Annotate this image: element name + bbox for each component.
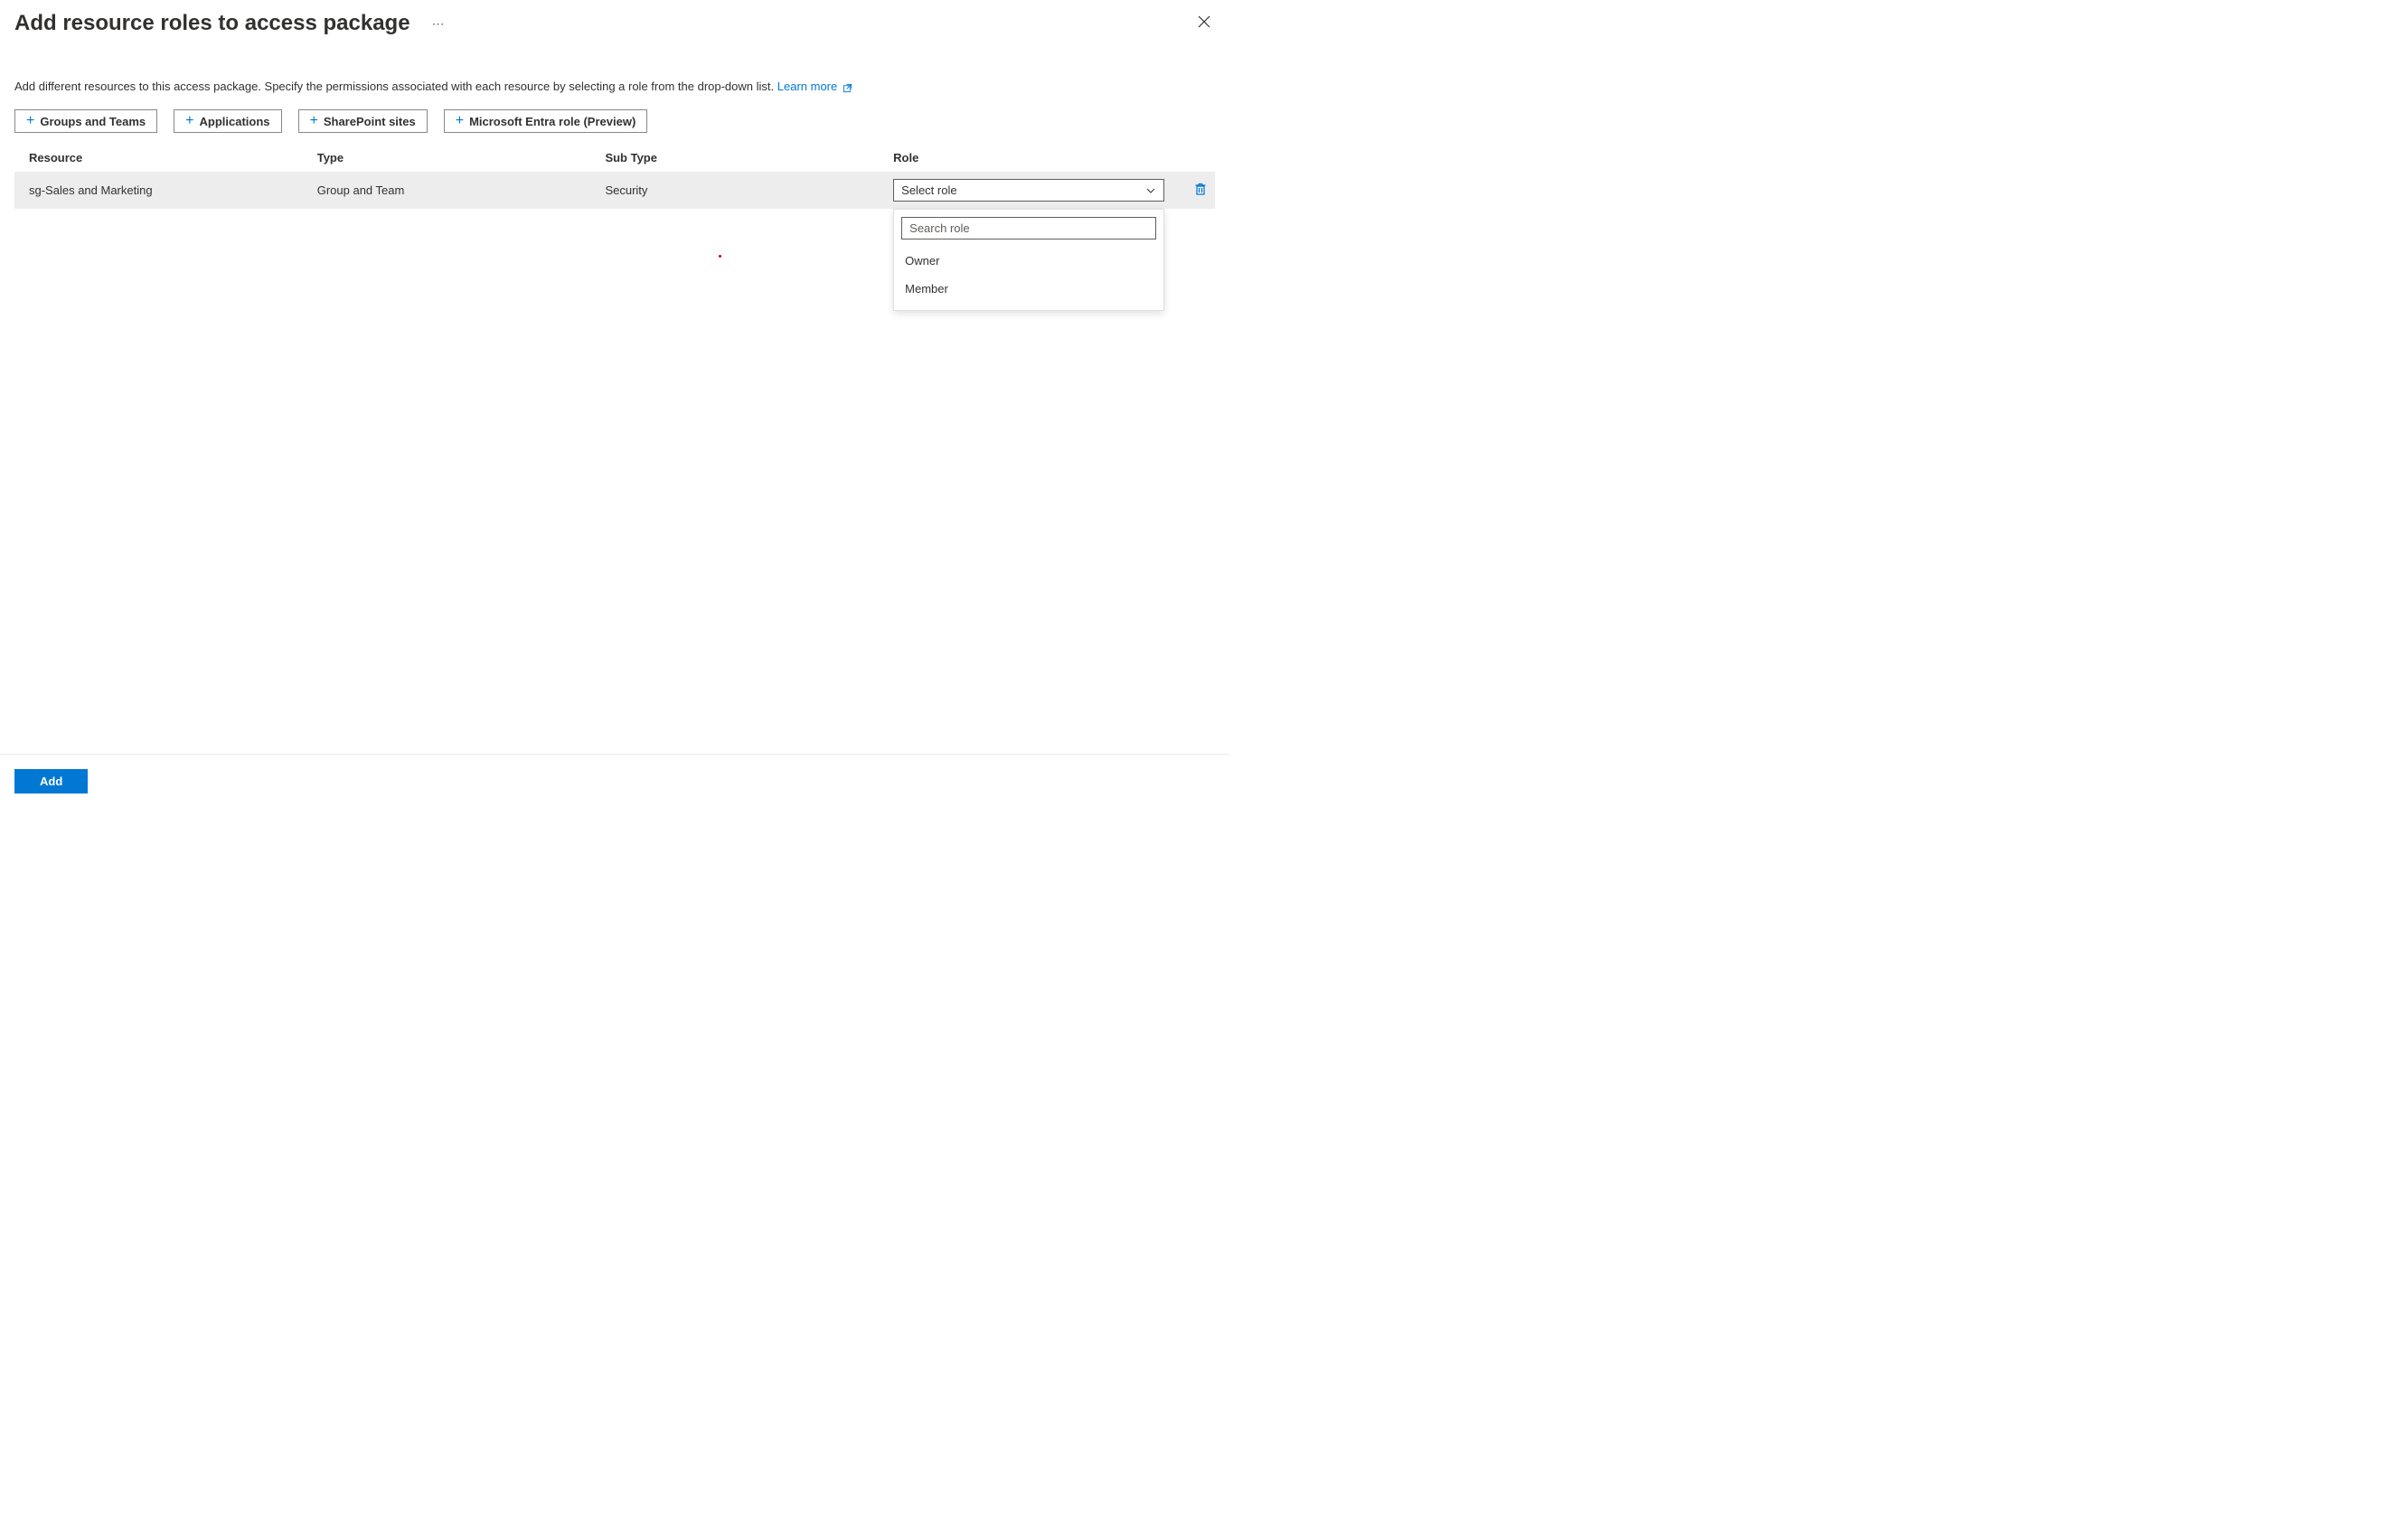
plus-icon: + — [456, 114, 464, 128]
button-label: Applications — [199, 115, 269, 128]
learn-more-link[interactable]: Learn more — [777, 80, 852, 93]
role-select-placeholder: Select role — [901, 183, 956, 197]
column-header-role[interactable]: Role — [879, 144, 1179, 172]
table-row: sg-Sales and Marketing Group and Team Se… — [14, 172, 1215, 209]
footer — [0, 754, 1229, 793]
description-text: Add different resources to this access p… — [0, 72, 1229, 109]
add-groups-teams-button[interactable]: + Groups and Teams — [14, 109, 157, 133]
add-applications-button[interactable]: + Applications — [174, 109, 281, 133]
button-label: Groups and Teams — [40, 115, 146, 128]
close-button[interactable] — [1193, 11, 1215, 35]
column-header-type[interactable]: Type — [303, 144, 591, 172]
add-entra-role-button[interactable]: + Microsoft Entra role (Preview) — [444, 109, 648, 133]
cell-resource: sg-Sales and Marketing — [14, 172, 303, 209]
role-select-dropdown[interactable]: Select role — [893, 179, 1164, 202]
external-link-icon — [843, 83, 852, 93]
add-sharepoint-sites-button[interactable]: + SharePoint sites — [298, 109, 428, 133]
button-label: SharePoint sites — [324, 115, 416, 128]
resource-type-toolbar: + Groups and Teams + Applications + Shar… — [0, 109, 1229, 144]
close-icon — [1197, 14, 1211, 29]
learn-more-label: Learn more — [777, 80, 837, 93]
role-search-input[interactable] — [901, 217, 1156, 239]
more-actions-button[interactable]: ⋯ — [432, 16, 446, 32]
chevron-down-icon — [1145, 185, 1156, 196]
page-title: Add resource roles to access package — [14, 11, 410, 36]
button-label: Microsoft Entra role (Preview) — [469, 115, 636, 128]
cell-type: Group and Team — [303, 172, 591, 209]
add-primary-button[interactable]: Add — [14, 769, 88, 793]
trash-icon — [1193, 182, 1208, 196]
plus-icon: + — [310, 114, 318, 128]
cursor-indicator-dot — [719, 255, 721, 258]
plus-icon: + — [185, 114, 193, 128]
column-header-subtype[interactable]: Sub Type — [590, 144, 879, 172]
role-option-owner[interactable]: Owner — [901, 247, 1156, 275]
resources-table: Resource Type Sub Type Role sg-Sales and… — [14, 144, 1215, 209]
column-header-resource[interactable]: Resource — [14, 144, 303, 172]
delete-row-button[interactable] — [1193, 182, 1208, 196]
role-dropdown-panel: Owner Member — [893, 209, 1164, 311]
plus-icon: + — [26, 114, 34, 128]
description-body: Add different resources to this access p… — [14, 80, 777, 93]
cell-subtype: Security — [590, 172, 879, 209]
role-option-member[interactable]: Member — [901, 275, 1156, 303]
